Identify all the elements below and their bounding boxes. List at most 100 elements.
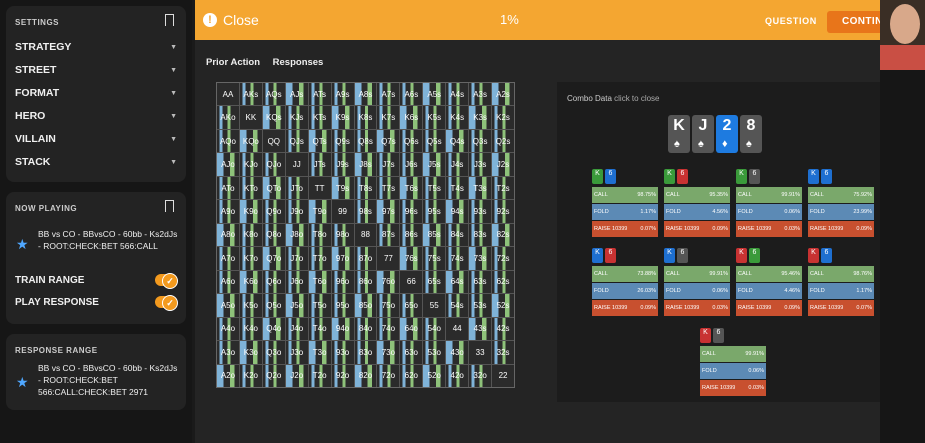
- grid-cell[interactable]: J4s: [446, 153, 469, 176]
- grid-cell[interactable]: AA: [217, 83, 239, 106]
- grid-cell[interactable]: Q8o: [262, 223, 285, 247]
- grid-cell[interactable]: J5o: [285, 294, 308, 317]
- grid-cell[interactable]: KK: [239, 106, 262, 129]
- grid-cell[interactable]: 72o: [377, 364, 400, 387]
- grid-cell[interactable]: K5s: [423, 106, 446, 129]
- grid-cell[interactable]: 76o: [377, 270, 400, 294]
- combo-box[interactable]: CALL 99.91% FOLD 0.06% RAISE 10399 0.03%: [736, 187, 802, 238]
- grid-cell[interactable]: 99: [331, 200, 354, 223]
- grid-cell[interactable]: 93s: [469, 200, 492, 223]
- grid-cell[interactable]: A4o: [217, 317, 239, 341]
- combo-box[interactable]: CALL 98.76% FOLD 1.17% RAISE 10399 0.07%: [808, 266, 874, 317]
- grid-cell[interactable]: AKo: [217, 106, 239, 129]
- grid-cell[interactable]: 82s: [492, 223, 514, 247]
- grid-cell[interactable]: A5s: [423, 83, 446, 106]
- grid-cell[interactable]: J5s: [423, 153, 446, 176]
- grid-cell[interactable]: T4o: [308, 317, 331, 341]
- grid-cell[interactable]: 84o: [354, 317, 377, 341]
- grid-cell[interactable]: K8s: [354, 106, 377, 129]
- grid-cell[interactable]: J7o: [285, 247, 308, 270]
- grid-cell[interactable]: 52s: [492, 294, 514, 317]
- grid-cell[interactable]: Q6o: [262, 270, 285, 294]
- grid-cell[interactable]: 64o: [400, 317, 423, 341]
- grid-cell[interactable]: 54o: [423, 317, 446, 341]
- grid-cell[interactable]: T5o: [308, 294, 331, 317]
- grid-cell[interactable]: K3o: [239, 341, 262, 364]
- grid-cell[interactable]: 33: [469, 341, 492, 364]
- grid-cell[interactable]: J3s: [469, 153, 492, 176]
- grid-cell[interactable]: ATo: [217, 176, 239, 200]
- grid-cell[interactable]: T3s: [469, 176, 492, 200]
- question-button[interactable]: QUESTION: [765, 16, 817, 26]
- grid-cell[interactable]: Q4s: [446, 129, 469, 153]
- menu-strategy[interactable]: STRATEGY ▼: [15, 37, 177, 57]
- grid-cell[interactable]: T8s: [354, 176, 377, 200]
- grid-cell[interactable]: ATs: [308, 83, 331, 106]
- combo-box[interactable]: CALL 99.91% FOLD 0.06% RAISE 10399 0.03%: [664, 266, 730, 317]
- grid-cell[interactable]: Q7o: [262, 247, 285, 270]
- grid-cell[interactable]: 97s: [377, 200, 400, 223]
- grid-cell[interactable]: T3o: [308, 341, 331, 364]
- grid-cell[interactable]: QQ: [262, 129, 285, 153]
- grid-cell[interactable]: J6o: [285, 270, 308, 294]
- grid-cell[interactable]: 87o: [354, 247, 377, 270]
- grid-cell[interactable]: KTo: [239, 176, 262, 200]
- grid-cell[interactable]: Q2o: [262, 364, 285, 387]
- grid-cell[interactable]: 83o: [354, 341, 377, 364]
- grid-cell[interactable]: K6s: [400, 106, 423, 129]
- grid-cell[interactable]: T7s: [377, 176, 400, 200]
- grid-cell[interactable]: 84s: [446, 223, 469, 247]
- grid-cell[interactable]: 43o: [446, 341, 469, 364]
- menu-format[interactable]: FORMAT ▼: [15, 83, 177, 103]
- grid-cell[interactable]: J8o: [285, 223, 308, 247]
- grid-cell[interactable]: Q8s: [354, 129, 377, 153]
- grid-cell[interactable]: 87s: [377, 223, 400, 247]
- grid-cell[interactable]: K8o: [239, 223, 262, 247]
- grid-cell[interactable]: 83s: [469, 223, 492, 247]
- menu-villain[interactable]: VILLAIN ▼: [15, 129, 177, 149]
- grid-cell[interactable]: K4s: [446, 106, 469, 129]
- grid-cell[interactable]: J3o: [285, 341, 308, 364]
- grid-cell[interactable]: 65o: [400, 294, 423, 317]
- grid-cell[interactable]: A7o: [217, 247, 239, 270]
- grid-cell[interactable]: AKs: [239, 83, 262, 106]
- grid-cell[interactable]: 72s: [492, 247, 514, 270]
- grid-cell[interactable]: Q2s: [492, 129, 514, 153]
- grid-cell[interactable]: 85o: [354, 294, 377, 317]
- grid-cell[interactable]: 96o: [331, 270, 354, 294]
- grid-cell[interactable]: Q9o: [262, 200, 285, 223]
- grid-cell[interactable]: A6s: [400, 83, 423, 106]
- grid-cell[interactable]: K7s: [377, 106, 400, 129]
- grid-cell[interactable]: K4o: [239, 317, 262, 341]
- grid-cell[interactable]: QJo: [262, 153, 285, 176]
- combo-data-panel[interactable]: Combo Data click to close K ♠ J ♠ 2 ♦ 8 ♠ K 6 CALL…: [557, 82, 907, 402]
- grid-cell[interactable]: K9o: [239, 200, 262, 223]
- grid-cell[interactable]: A9o: [217, 200, 239, 223]
- grid-cell[interactable]: 63s: [469, 270, 492, 294]
- grid-cell[interactable]: A6o: [217, 270, 239, 294]
- grid-cell[interactable]: TT: [308, 176, 331, 200]
- grid-cell[interactable]: 42s: [492, 317, 514, 341]
- grid-cell[interactable]: JTo: [285, 176, 308, 200]
- grid-cell[interactable]: J9o: [285, 200, 308, 223]
- grid-cell[interactable]: K5o: [239, 294, 262, 317]
- combo-box[interactable]: CALL 75.92% FOLD 23.99% RAISE 10399 0.09%: [808, 187, 874, 238]
- grid-cell[interactable]: 86s: [400, 223, 423, 247]
- train-range-toggle[interactable]: [155, 273, 178, 289]
- grid-cell[interactable]: 53o: [423, 341, 446, 364]
- grid-cell[interactable]: JJ: [285, 153, 308, 176]
- grid-cell[interactable]: T6o: [308, 270, 331, 294]
- grid-cell[interactable]: 74s: [446, 247, 469, 270]
- grid-cell[interactable]: 86o: [354, 270, 377, 294]
- grid-cell[interactable]: K3s: [469, 106, 492, 129]
- grid-cell[interactable]: A8s: [354, 83, 377, 106]
- grid-cell[interactable]: QTs: [308, 129, 331, 153]
- grid-cell[interactable]: 88: [354, 223, 377, 247]
- grid-cell[interactable]: J8s: [354, 153, 377, 176]
- bookmark-icon[interactable]: [165, 200, 174, 216]
- grid-cell[interactable]: JTs: [308, 153, 331, 176]
- grid-cell[interactable]: 93o: [331, 341, 354, 364]
- grid-cell[interactable]: 62s: [492, 270, 514, 294]
- grid-cell[interactable]: 92o: [331, 364, 354, 387]
- grid-cell[interactable]: K2s: [492, 106, 514, 129]
